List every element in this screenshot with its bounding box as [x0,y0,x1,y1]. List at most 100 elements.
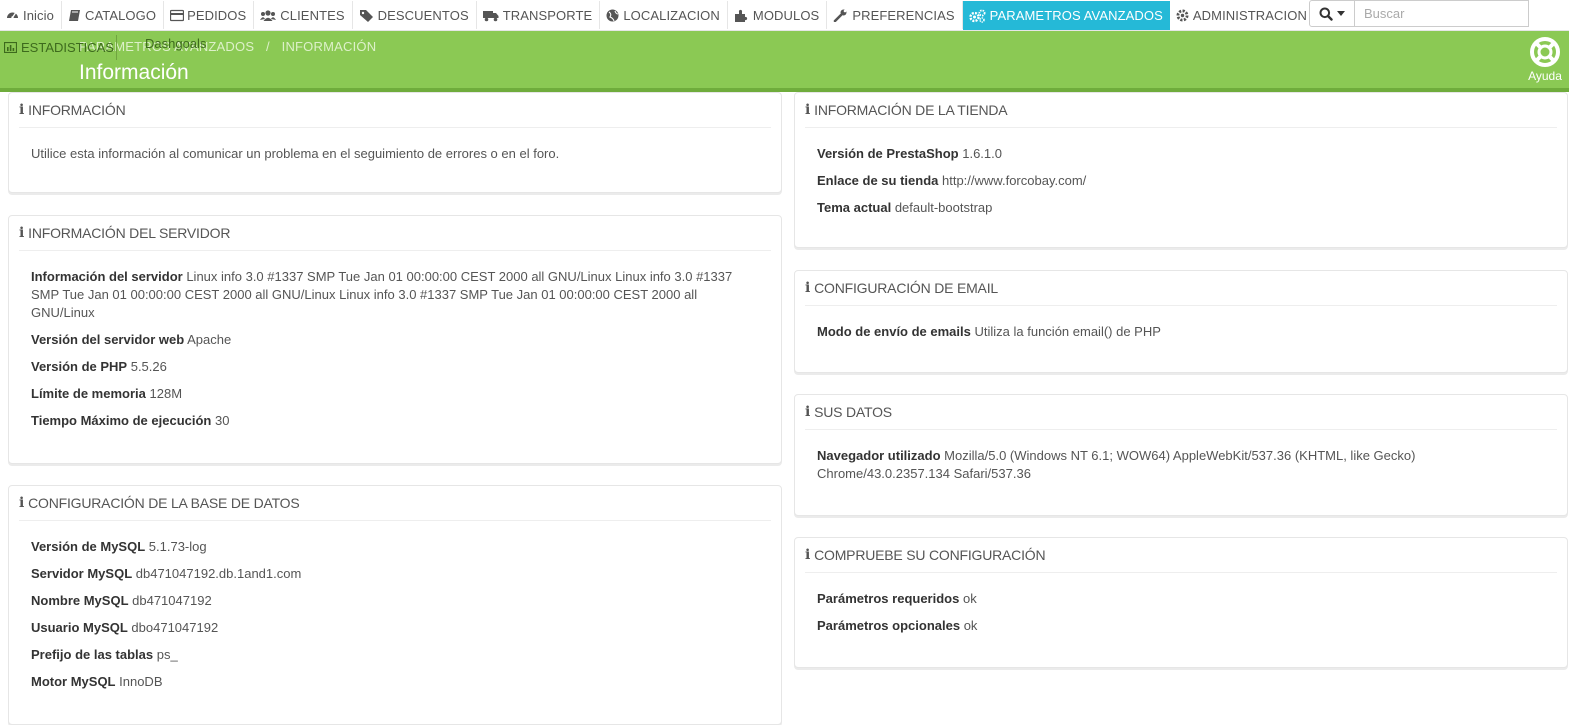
cog-icon [1176,9,1189,22]
info-row: Versión del servidor web Apache [31,331,759,349]
info-row: Usuario MySQL dbo471047192 [31,619,759,637]
panel-title: CONFIGURACIÓN DE EMAIL [814,280,998,296]
panel-email-config: i CONFIGURACIÓN DE EMAIL Modo de envío d… [794,270,1568,373]
nav-item-modulos[interactable]: MODULOS [728,1,828,29]
info-row: Navegador utilizado Mozilla/5.0 (Windows… [817,447,1545,483]
info-icon: i [805,404,811,420]
panel-title: SUS DATOS [814,404,892,420]
row-label: Motor MySQL [31,674,116,689]
info-row: Motor MySQL InnoDB [31,673,759,691]
dashgoals-link[interactable]: Dashgoals [145,36,206,51]
row-label: Versión del servidor web [31,332,185,347]
panel-title: INFORMACIÓN [28,102,126,118]
panel-database-config: i CONFIGURACIÓN DE LA BASE DE DATOS Vers… [8,485,782,725]
panel-server-info: i INFORMACIÓN DEL SERVIDOR Información d… [8,215,782,464]
panel-body: Navegador utilizado Mozilla/5.0 (Windows… [795,430,1567,483]
panel-body: Versión de MySQL 5.1.73-log Servidor MyS… [9,521,781,691]
nav-item-parametros-avanzados[interactable]: PARAMETROS AVANZADOS [962,0,1170,30]
panel-title: INFORMACIÓN DE LA TIENDA [814,102,1008,118]
nav-label: Inicio [23,7,54,23]
info-icon: i [805,280,811,296]
panel-body: Utilice esta información al comunicar un… [9,128,781,163]
panel-shop-info: i INFORMACIÓN DE LA TIENDA Versión de Pr… [794,92,1568,248]
truck-icon [482,9,499,22]
search-group [1309,0,1529,27]
caret-down-icon [1337,11,1345,16]
info-row: Nombre MySQL db471047192 [31,592,759,610]
nav-label: ADMINISTRACION [1192,7,1307,23]
nav-item-administracion[interactable]: ADMINISTRACION [1170,1,1314,29]
nav-item-clientes[interactable]: CLIENTES [254,1,353,29]
nav-item-localizacion[interactable]: LOCALIZACION [600,1,728,29]
row-label: Prefijo de las tablas [31,647,154,662]
panel-your-data: i SUS DATOS Navegador utilizado Mozilla/… [794,394,1568,516]
help-button[interactable]: Ayuda [1525,36,1565,83]
info-row: Prefijo de las tablas ps_ [31,646,759,664]
nav-label: LOCALIZACION [623,7,720,23]
breadcrumb-current: INFORMACIÓN [281,39,377,54]
row-label: Modo de envío de emails [817,324,971,339]
panel-informacion: i INFORMACIÓN Utilice esta información a… [8,92,782,193]
row-label: Enlace de su tienda [817,173,939,188]
info-row: Límite de memoria 128M [31,385,759,403]
row-value: 5.5.26 [130,359,167,374]
panel-heading: i CONFIGURACIÓN DE EMAIL [805,271,1557,306]
row-label: Parámetros requeridos [817,591,960,606]
panel-body: Parámetros requeridos ok Parámetros opci… [795,573,1567,635]
row-label: Versión de MySQL [31,539,146,554]
bar-chart-icon [4,42,17,53]
nav-label: PREFERENCIAS [852,7,955,23]
info-row: Versión de MySQL 5.1.73-log [31,538,759,556]
info-row: Parámetros opcionales ok [817,617,1545,635]
info-row: Información del servidor Linux info 3.0 … [31,268,759,322]
nav-item-descuentos[interactable]: DESCUENTOS [353,1,477,29]
info-icon: i [805,547,811,563]
puzzle-icon [734,9,749,22]
info-row: Enlace de su tienda http://www.forcobay.… [817,172,1545,190]
breadcrumb-separator: / [266,39,270,54]
users-icon [260,9,277,22]
panel-check-config: i COMPRUEBE SU CONFIGURACIÓN Parámetros … [794,537,1568,668]
search-input[interactable] [1355,0,1529,27]
row-label: Versión de PHP [31,359,128,374]
row-value: default-bootstrap [894,200,993,215]
row-value: db471047192 [132,593,212,608]
search-type-dropdown[interactable] [1309,0,1355,27]
nav-item-pedidos[interactable]: PEDIDOS [164,1,255,29]
row-value: http://www.forcobay.com/ [942,173,1087,188]
nav-item-inicio[interactable]: Inicio [0,1,62,29]
nav-label: TRANSPORTE [502,7,593,23]
panel-title: INFORMACIÓN DEL SERVIDOR [28,225,231,241]
nav-label: PEDIDOS [187,7,247,23]
panel-heading: i INFORMACIÓN DEL SERVIDOR [19,216,771,251]
info-row: Versión de PrestaShop 1.6.1.0 [817,145,1545,163]
life-ring-icon [1530,37,1560,67]
row-value: 5.1.73-log [148,539,207,554]
nav-item-transporte[interactable]: TRANSPORTE [477,1,601,29]
info-row: Parámetros requeridos ok [817,590,1545,608]
nav-item-catalogo[interactable]: CATALOGO [62,1,165,29]
row-label: Límite de memoria [31,386,146,401]
nav-label: CLIENTES [280,7,345,23]
panel-heading: i INFORMACIÓN [19,93,771,128]
row-value: Utiliza la función email() de PHP [974,324,1161,339]
row-value: 1.6.1.0 [962,146,1002,161]
tag-icon [359,9,374,22]
stats-tab-label: ESTADISTICAS [21,40,114,55]
stats-tab[interactable]: ESTADISTICAS [0,35,117,60]
row-value: ok [962,591,977,606]
nav-label: DESCUENTOS [377,7,469,23]
book-icon [68,9,81,22]
panel-heading: i INFORMACIÓN DE LA TIENDA [805,93,1557,128]
panel-body: Versión de PrestaShop 1.6.1.0 Enlace de … [795,128,1567,217]
row-value: ps_ [156,647,178,662]
panel-title: COMPRUEBE SU CONFIGURACIÓN [814,547,1046,563]
globe-icon [606,9,619,22]
row-label: Parámetros opcionales [817,618,961,633]
nav-label: PARAMETROS AVANZADOS [989,7,1163,23]
nav-item-preferencias[interactable]: PREFERENCIAS [827,1,963,29]
info-row: Servidor MySQL db471047192.db.1and1.com [31,565,759,583]
row-label: Usuario MySQL [31,620,128,635]
cogs-icon [968,9,986,23]
row-value: InnoDB [119,674,163,689]
